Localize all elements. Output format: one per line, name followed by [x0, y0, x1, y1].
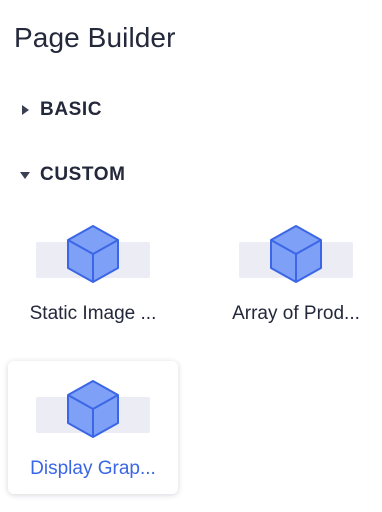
cube-icon	[67, 380, 119, 438]
component-card-label: Array of Prod...	[232, 303, 360, 324]
cube-icon	[270, 225, 322, 283]
component-card-static-image[interactable]: Static Image ...	[8, 206, 178, 339]
component-card-label: Static Image ...	[29, 303, 157, 324]
section-custom[interactable]: CUSTOM	[18, 163, 126, 187]
page-title: Page Builder	[14, 22, 176, 53]
section-basic-label: BASIC	[40, 99, 103, 120]
cube-icon	[67, 225, 119, 283]
component-card-array-of-products[interactable]: Array of Prod...	[211, 206, 381, 339]
component-card-label: Display Grap...	[30, 458, 156, 479]
component-card-display-graph[interactable]: Display Grap...	[8, 361, 178, 494]
caret-right-icon	[18, 103, 32, 117]
caret-down-icon	[18, 168, 32, 182]
section-basic[interactable]: BASIC	[18, 98, 102, 122]
section-custom-label: CUSTOM	[40, 164, 126, 185]
